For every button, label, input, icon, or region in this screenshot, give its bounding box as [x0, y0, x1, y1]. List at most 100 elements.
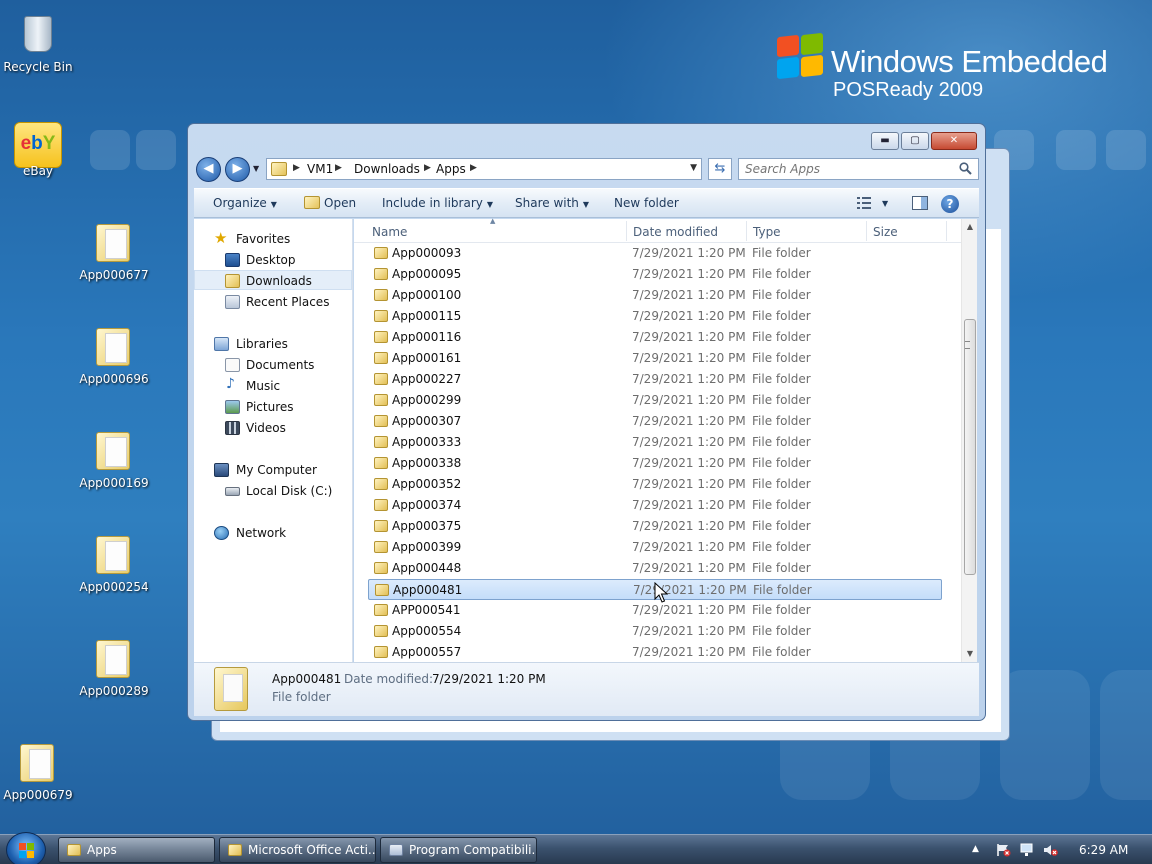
column-name[interactable]: Name — [372, 225, 407, 239]
volume-muted-icon[interactable] — [1043, 843, 1058, 857]
search-box[interactable] — [738, 158, 979, 180]
selected-folder-icon — [214, 667, 248, 711]
search-input[interactable] — [745, 161, 957, 177]
system-clock[interactable]: 6:29 AM — [1079, 843, 1128, 857]
file-row[interactable]: App000100 7/29/2021 1:20 PM File folder — [368, 285, 942, 306]
file-row[interactable]: App000307 7/29/2021 1:20 PM File folder — [368, 411, 942, 432]
close-button[interactable]: ✕ — [931, 132, 977, 150]
taskbar-button-label: Microsoft Office Acti... — [248, 843, 376, 857]
address-row: ◀ ▶ ▼ ▶ VM1 ▶ Downloads ▶ Apps ▶ ▼ ⇆ — [196, 156, 979, 182]
file-row[interactable]: App000554 7/29/2021 1:20 PM File folder — [368, 621, 942, 642]
folder-icon — [374, 415, 388, 427]
desktop-icon-app000169[interactable]: App000169 — [74, 422, 154, 502]
file-row[interactable]: App000161 7/29/2021 1:20 PM File folder — [368, 348, 942, 369]
taskbar-button-office-activation[interactable]: Microsoft Office Acti... — [219, 837, 376, 863]
nav-downloads[interactable]: Downloads — [194, 270, 352, 290]
open-button[interactable]: Open — [324, 196, 356, 210]
nav-libraries[interactable]: Libraries — [194, 334, 352, 354]
file-type: File folder — [752, 351, 811, 365]
file-row[interactable]: App000227 7/29/2021 1:20 PM File folder — [368, 369, 942, 390]
start-button[interactable] — [6, 832, 46, 864]
refresh-button[interactable]: ⇆ — [708, 158, 732, 180]
breadcrumb-downloads[interactable]: Downloads — [354, 162, 420, 176]
nav-pictures[interactable]: Pictures — [194, 397, 352, 417]
desktop-icon-app000696[interactable]: App000696 — [74, 318, 154, 398]
minimize-button[interactable]: ▬ — [871, 132, 899, 150]
forward-button[interactable]: ▶ — [225, 157, 250, 182]
nav-my-computer[interactable]: My Computer — [194, 460, 352, 480]
nav-network[interactable]: Network — [194, 523, 352, 543]
show-hidden-icons-arrow-icon[interactable]: ▲ — [972, 844, 979, 854]
nav-music[interactable]: ♪ Music — [194, 376, 352, 396]
view-options-icon[interactable] — [857, 197, 871, 209]
explorer-window[interactable]: ▬ ▢ ✕ ◀ ▶ ▼ ▶ VM1 ▶ Downloads ▶ Apps ▶ ▼… — [187, 123, 986, 721]
chevron-down-icon[interactable]: ▼ — [882, 199, 888, 208]
file-row[interactable]: App000448 7/29/2021 1:20 PM File folder — [368, 558, 942, 579]
folder-icon — [96, 432, 130, 470]
column-type[interactable]: Type — [753, 225, 781, 239]
file-date-modified: 7/29/2021 1:20 PM — [632, 645, 746, 659]
help-icon[interactable]: ? — [941, 195, 959, 213]
desktop-icon-ebay[interactable]: ebY eBay — [0, 110, 78, 190]
nav-documents[interactable]: Documents — [194, 355, 352, 375]
nav-desktop[interactable]: Desktop — [194, 250, 352, 270]
maximize-button[interactable]: ▢ — [901, 132, 929, 150]
nav-favorites[interactable]: ★ Favorites — [194, 229, 352, 249]
breadcrumb-apps[interactable]: Apps — [436, 162, 466, 176]
share-with-button[interactable]: Share with ▼ — [515, 196, 589, 210]
file-row[interactable]: App000093 7/29/2021 1:20 PM File folder — [368, 243, 942, 264]
scrollbar-thumb[interactable] — [964, 319, 976, 575]
column-size[interactable]: Size — [873, 225, 898, 239]
address-bar[interactable]: ▶ VM1 ▶ Downloads ▶ Apps ▶ ▼ — [266, 158, 702, 180]
search-icon[interactable] — [959, 162, 972, 175]
file-type: File folder — [752, 246, 811, 260]
action-center-flag-icon[interactable] — [996, 843, 1011, 857]
desktop-icon-app000289[interactable]: App000289 — [74, 630, 154, 710]
file-row[interactable]: App000399 7/29/2021 1:20 PM File folder — [368, 537, 942, 558]
breadcrumb-separator-icon[interactable]: ▶ — [293, 163, 300, 173]
nav-recent-places[interactable]: Recent Places — [194, 292, 352, 312]
network-status-icon[interactable] — [1019, 843, 1034, 857]
vertical-scrollbar[interactable]: ▲ ▼ — [961, 219, 977, 662]
folder-icon — [374, 541, 388, 553]
back-button[interactable]: ◀ — [196, 157, 221, 182]
address-dropdown-icon[interactable]: ▼ — [690, 163, 697, 173]
taskbar-button-program-compatibility[interactable]: Program Compatibili... — [380, 837, 537, 863]
file-row[interactable]: App000095 7/29/2021 1:20 PM File folder — [368, 264, 942, 285]
nav-videos[interactable]: Videos — [194, 418, 352, 438]
nav-label: Libraries — [236, 337, 288, 351]
file-name: App000481 — [393, 583, 463, 597]
desktop-icon-app000679[interactable]: App000679 — [0, 734, 78, 814]
preview-pane-icon[interactable] — [912, 196, 928, 210]
breadcrumb-vm1[interactable]: VM1 — [307, 162, 333, 176]
file-row[interactable]: App000299 7/29/2021 1:20 PM File folder — [368, 390, 942, 411]
file-date-modified: 7/29/2021 1:20 PM — [632, 330, 746, 344]
desktop-icon-app000254[interactable]: App000254 — [74, 526, 154, 606]
breadcrumb-separator-icon[interactable]: ▶ — [470, 163, 477, 173]
taskbar-button-apps[interactable]: Apps — [58, 837, 215, 863]
file-row[interactable]: App000352 7/29/2021 1:20 PM File folder — [368, 474, 942, 495]
scroll-up-arrow-icon[interactable]: ▲ — [962, 219, 978, 235]
recent-pages-dropdown[interactable]: ▼ — [253, 164, 259, 173]
include-in-library-button[interactable]: Include in library ▼ — [382, 196, 493, 210]
scroll-down-arrow-icon[interactable]: ▼ — [962, 646, 978, 662]
desktop-icon-recycle-bin[interactable]: Recycle Bin — [0, 6, 78, 86]
file-name: APP000541 — [392, 603, 461, 617]
column-date-modified[interactable]: Date modified — [633, 225, 718, 239]
file-row[interactable]: App000338 7/29/2021 1:20 PM File folder — [368, 453, 942, 474]
file-row[interactable]: App000374 7/29/2021 1:20 PM File folder — [368, 495, 942, 516]
nav-label: Pictures — [246, 400, 294, 414]
file-row[interactable]: App000557 7/29/2021 1:20 PM File folder — [368, 642, 942, 662]
desktop-icon-app000677[interactable]: App000677 — [74, 214, 154, 294]
new-folder-button[interactable]: New folder — [614, 196, 679, 210]
organize-button[interactable]: Organize ▼ — [213, 196, 277, 210]
file-row[interactable]: App000116 7/29/2021 1:20 PM File folder — [368, 327, 942, 348]
scrollbar-grip — [965, 341, 970, 349]
file-row[interactable]: App000375 7/29/2021 1:20 PM File folder — [368, 516, 942, 537]
file-row[interactable]: App000115 7/29/2021 1:20 PM File folder — [368, 306, 942, 327]
file-date-modified: 7/29/2021 1:20 PM — [633, 583, 747, 597]
nav-local-disk[interactable]: Local Disk (C:) — [194, 481, 352, 501]
breadcrumb-separator-icon[interactable]: ▶ — [424, 163, 431, 173]
file-row[interactable]: App000333 7/29/2021 1:20 PM File folder — [368, 432, 942, 453]
breadcrumb-separator-icon[interactable]: ▶ — [335, 163, 342, 173]
